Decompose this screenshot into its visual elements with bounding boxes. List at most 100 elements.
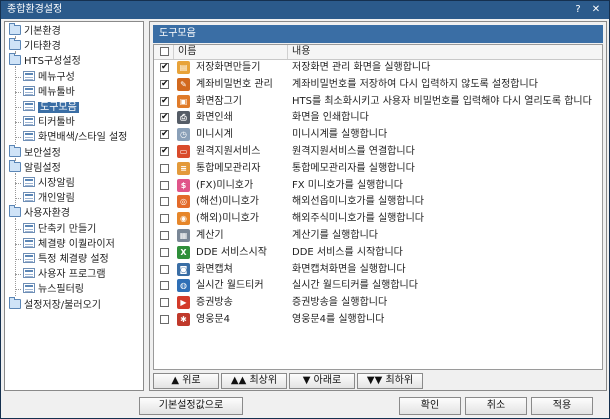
dde-icon: X	[177, 245, 190, 259]
list-row[interactable]: ◉ (해외)미니호가 해외주식미니호가를 실행합니다	[154, 211, 602, 227]
row-checkbox[interactable]	[160, 163, 169, 173]
list-row[interactable]: ▶ 증권방송 증권방송을 실행합니다	[154, 295, 602, 311]
row-description: 미니시계를 실행합니다	[292, 129, 388, 141]
row-checkbox[interactable]	[160, 231, 169, 240]
tree-item[interactable]: 기본환경	[9, 23, 61, 39]
row-checkbox[interactable]: ✔	[160, 96, 169, 106]
list-row[interactable]: X DDE 서비스시작 DDE 서비스를 시작합니다	[154, 245, 602, 261]
tree-item[interactable]: HTS구성설정	[9, 53, 81, 69]
tree-item[interactable]: 메뉴툴바	[23, 85, 75, 100]
tree-connector	[15, 66, 16, 145]
tree-item[interactable]: 티커툴바	[23, 115, 75, 130]
tree-connector	[15, 157, 16, 160]
row-checkbox[interactable]	[160, 298, 169, 308]
tree-item[interactable]: 설정저장/불러오기	[9, 296, 101, 313]
tree-item-label: 메뉴툴바	[38, 86, 75, 98]
list-row[interactable]: ✔ ▣ 화면잠그기 HTS를 최소화시키고 사용자 비밀번호를 입력해야 다시 열리도…	[154, 94, 602, 110]
row-description: 화면캡쳐화면을 실행합니다	[292, 263, 406, 275]
column-name-header[interactable]: 이름	[174, 45, 288, 59]
folder-icon	[9, 144, 21, 157]
move-down-button[interactable]: ▼ 아래로	[289, 373, 355, 389]
tree-item[interactable]: 시장알림	[23, 176, 75, 191]
folder-icon	[9, 296, 21, 309]
tree-item[interactable]: 개인알림	[23, 191, 75, 206]
move-up-button[interactable]: ▲ 위로	[153, 373, 219, 389]
tree-connector	[15, 218, 16, 297]
row-description: 실시간 월드티커를 실행합니다	[292, 280, 418, 292]
select-all-checkbox[interactable]	[160, 47, 169, 56]
settings-tree: 기본환경 기타환경 HTS구성설정 메뉴구성 메뉴툴바도구모음 티커툴바화면배색/스타일 …	[4, 21, 144, 391]
list-row[interactable]: ≡ 통합메모관리자 통합메모관리자를 실행합니다	[154, 161, 602, 177]
row-name: 계산기	[196, 230, 224, 241]
tree-item[interactable]: 기타환경	[9, 38, 61, 54]
row-checkbox[interactable]	[160, 180, 169, 190]
row-checkbox[interactable]: ✔	[160, 63, 169, 72]
ok-button[interactable]: 확인	[399, 397, 461, 415]
list-row[interactable]: ✔ ✎ 계좌비밀번호 관리 계좌비밀번호를 저장하여 다시 입력하지 않도록 설정합니…	[154, 77, 602, 93]
page-icon	[23, 177, 35, 187]
tree-item-label: 사용자환경	[24, 208, 70, 220]
row-checkbox[interactable]: ✔	[160, 79, 169, 89]
list-row[interactable]: ✔ ▭ 원격지원서비스 원격지원서비스를 연결합니다	[154, 144, 602, 160]
tree-item-label: 알림설정	[24, 162, 61, 174]
list-row[interactable]: ▦ 계산기 계산기를 실행합니다	[154, 228, 602, 244]
row-checkbox[interactable]: ✔	[160, 113, 169, 123]
tree-item[interactable]: 특정 체결량 설정	[23, 252, 109, 267]
restore-defaults-button[interactable]: 기본설정값으로	[139, 397, 243, 415]
list-row[interactable]: ◎ (해선)미니호가 해외선옵미니호가를 실행합니다	[154, 194, 602, 210]
row-checkbox[interactable]	[160, 197, 169, 207]
row-checkbox[interactable]	[160, 214, 169, 224]
row-checkbox[interactable]	[160, 281, 169, 291]
tree-item-label: 화면배색/스타일 설정	[38, 132, 128, 144]
list-row[interactable]: $ (FX)미니호가 FX 미니호가를 실행합니다	[154, 178, 602, 194]
tree-item[interactable]: 알림설정	[9, 159, 61, 176]
list-row[interactable]: ✱ 영웅문4 영웅문4를 실행합니다	[154, 312, 602, 328]
apply-button[interactable]: 적용	[531, 397, 593, 415]
row-checkbox[interactable]	[160, 315, 169, 324]
column-desc-header[interactable]: 내용	[288, 45, 602, 59]
tree-item-label: 개인알림	[38, 193, 75, 205]
tree-item[interactable]: 사용자환경	[9, 205, 70, 221]
page-icon	[23, 237, 35, 248]
remote-support-icon: ▭	[177, 145, 190, 158]
tree-item[interactable]: 사용자 프로그램	[23, 267, 106, 282]
page-icon	[23, 268, 35, 279]
row-name: DDE 서비스시작	[196, 246, 267, 258]
row-checkbox[interactable]	[160, 264, 169, 274]
tree-item-label: 체결량 이퀄라이저	[38, 238, 115, 250]
settings-window: 종합환경설정 ? ✕ 기본환경 기타환경 HTS구성설정 메뉴구성 메뉴툴바 도구모음 티커…	[0, 0, 610, 419]
tree-item[interactable]: 체결량 이퀄라이저	[23, 237, 115, 252]
row-checkbox[interactable]	[160, 247, 169, 257]
folder-icon	[9, 205, 21, 218]
list-row[interactable]: ◙ 화면캡쳐 화면캡쳐화면을 실행합니다	[154, 262, 602, 278]
list-row[interactable]: ✔ ▤ 저장화면만들기 저장화면 관리 화면을 실행합니다	[154, 60, 602, 76]
row-description: 저장화면 관리 화면을 실행합니다	[292, 62, 431, 73]
panel-title: 도구모음	[153, 25, 603, 43]
close-button[interactable]: ✕	[589, 1, 603, 19]
list-row[interactable]: ✔ ◷ 미니시계 미니시계를 실행합니다	[154, 127, 602, 143]
cancel-button[interactable]: 취소	[465, 397, 527, 415]
folder-icon	[9, 23, 21, 35]
row-description: 통합메모관리자를 실행합니다	[292, 162, 415, 174]
row-description: 영웅문4를 실행합니다	[292, 314, 385, 325]
row-name: 화면캡쳐	[196, 263, 233, 275]
list-row[interactable]: ✔ ⎙ 화면인쇄 화면을 인쇄합니다	[154, 110, 602, 126]
tree-item[interactable]: 보안설정	[9, 144, 61, 161]
tree-item[interactable]: 단축키 만들기	[23, 222, 96, 237]
folder-icon	[9, 53, 21, 66]
row-checkbox[interactable]: ✔	[160, 130, 169, 140]
list-row[interactable]: ◍ 실시간 월드티커 실시간 월드티커를 실행합니다	[154, 278, 602, 294]
password-icon: ✎	[177, 77, 190, 91]
tree-item[interactable]: 화면배색/스타일 설정	[23, 130, 127, 145]
move-top-button[interactable]: ▲▲ 최상위	[221, 373, 287, 389]
row-description: 해외주식미니호가를 실행합니다	[292, 213, 424, 225]
row-name: (해외)미니호가	[196, 213, 260, 225]
tree-item[interactable]: 메뉴구성	[23, 70, 75, 85]
row-checkbox[interactable]: ✔	[160, 147, 169, 156]
tree-item[interactable]: 도구모음	[23, 100, 79, 115]
help-button[interactable]: ?	[571, 1, 585, 19]
row-description: 계좌비밀번호를 저장하여 다시 입력하지 않도록 설정합니다	[292, 78, 538, 90]
row-name: (해선)미니호가	[196, 196, 260, 208]
tree-item[interactable]: 뉴스필터링	[23, 282, 84, 297]
move-bottom-button[interactable]: ▼▼ 최하위	[357, 373, 423, 389]
